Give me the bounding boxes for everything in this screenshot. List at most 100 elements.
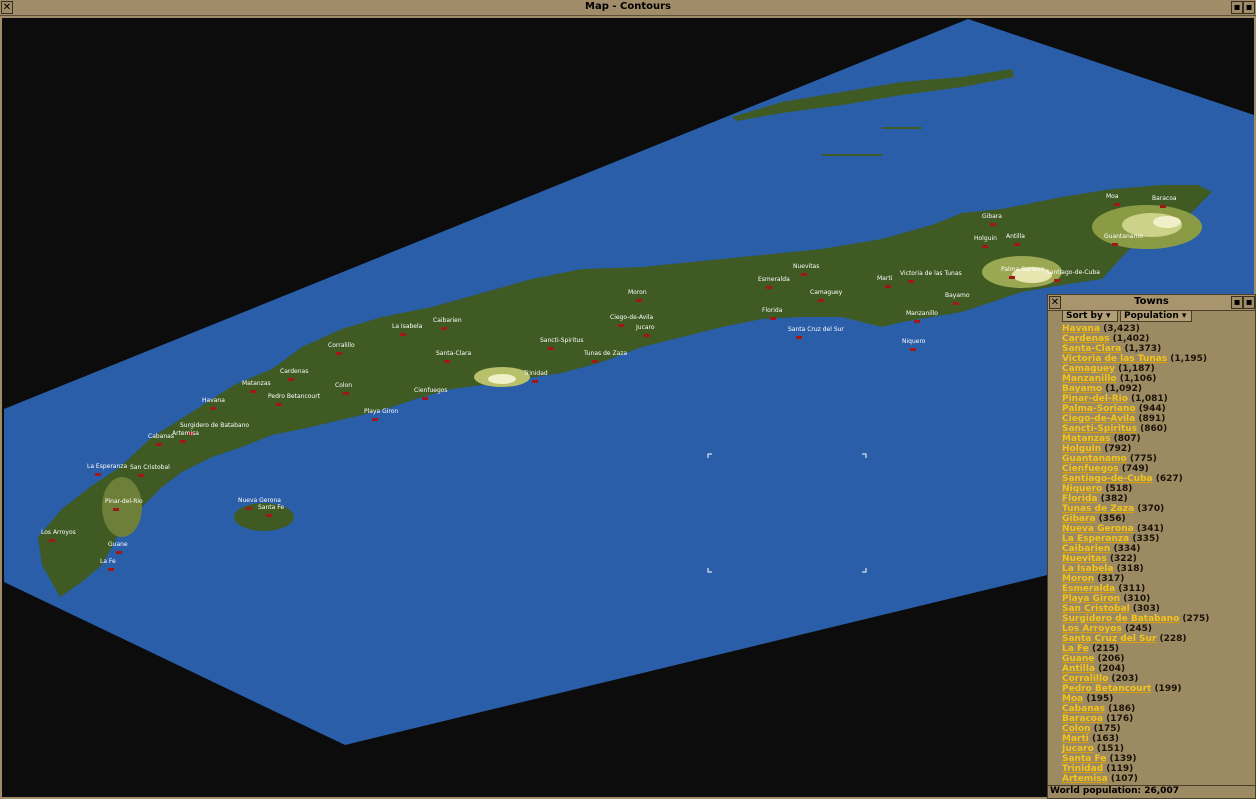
town-list-item[interactable]: Gibara (356) (1062, 514, 1254, 524)
town-name-link[interactable]: San Cristobal (1062, 604, 1130, 614)
town-list-item[interactable]: Holguin (792) (1062, 444, 1254, 454)
town-list-item[interactable]: Caibarien (334) (1062, 544, 1254, 554)
town-name-link[interactable]: Guantanamo (1062, 454, 1127, 464)
town-marker[interactable] (885, 285, 891, 288)
minimize-icon[interactable]: ▪ (1231, 1, 1243, 14)
town-list-item[interactable]: Esmeralda (311) (1062, 584, 1254, 594)
map-town-label[interactable]: Esmeralda (758, 276, 790, 283)
town-name-link[interactable]: Trinidad (1062, 764, 1103, 774)
town-marker[interactable] (138, 474, 144, 477)
town-name-link[interactable]: Niquero (1062, 484, 1102, 494)
town-list-item[interactable]: Cienfuegos (749) (1062, 464, 1254, 474)
town-marker[interactable] (796, 336, 802, 339)
town-marker[interactable] (770, 317, 776, 320)
town-marker[interactable] (982, 245, 988, 248)
town-list-item[interactable]: Los Arroyos (245) (1062, 624, 1254, 634)
town-marker[interactable] (1054, 279, 1060, 282)
town-name-link[interactable]: Sancti-Spiritus (1062, 424, 1137, 434)
town-marker[interactable] (266, 514, 272, 517)
town-list-item[interactable]: Santa Fe (139) (1062, 754, 1254, 764)
maximize-icon[interactable]: ▪ (1243, 1, 1255, 14)
map-town-label[interactable]: Cienfuegos (414, 387, 448, 394)
town-name-link[interactable]: Manzanillo (1062, 374, 1117, 384)
town-marker[interactable] (818, 299, 824, 302)
town-name-link[interactable]: Matanzas (1062, 434, 1110, 444)
map-town-label[interactable]: Jucaro (635, 324, 655, 331)
town-marker[interactable] (400, 333, 406, 336)
map-town-label[interactable]: Los Arroyos (41, 529, 76, 536)
town-name-link[interactable]: Pinar-del-Rio (1062, 394, 1128, 404)
town-marker[interactable] (49, 539, 55, 542)
town-list-item[interactable]: Antilla (204) (1062, 664, 1254, 674)
town-name-link[interactable]: Corralillo (1062, 674, 1108, 684)
map-town-label[interactable]: Pedro Betancourt (268, 393, 321, 400)
town-name-link[interactable]: Guane (1062, 654, 1094, 664)
map-town-label[interactable]: Florida (762, 307, 783, 314)
map-town-label[interactable]: Bayamo (945, 292, 970, 299)
town-list-item[interactable]: Pinar-del-Rio (1,081) (1062, 394, 1254, 404)
town-name-link[interactable]: Nueva Gerona (1062, 524, 1134, 534)
town-marker[interactable] (336, 352, 342, 355)
map-town-label[interactable]: Cardenas (280, 368, 308, 375)
map-town-label[interactable]: Cabanas (148, 433, 174, 440)
map-town-label[interactable]: Havana (202, 397, 225, 404)
town-marker[interactable] (444, 360, 450, 363)
sort-field-select[interactable]: Population ▾ (1120, 310, 1192, 322)
town-list-item[interactable]: Florida (382) (1062, 494, 1254, 504)
town-list-item[interactable]: Nuevitas (322) (1062, 554, 1254, 564)
town-marker[interactable] (1114, 203, 1120, 206)
town-name-link[interactable]: Colon (1062, 724, 1090, 734)
map-town-label[interactable]: Santiago-de-Cuba (1046, 269, 1100, 276)
town-name-link[interactable]: Artemisa (1062, 774, 1108, 784)
town-name-link[interactable]: Cabanas (1062, 704, 1105, 714)
town-list-item[interactable]: Nueva Gerona (341) (1062, 524, 1254, 534)
town-name-link[interactable]: Tunas de Zaza (1062, 504, 1134, 514)
towns-minimize-icon[interactable]: ▪ (1231, 296, 1243, 309)
town-marker[interactable] (953, 302, 959, 305)
town-marker[interactable] (250, 390, 256, 393)
town-name-link[interactable]: Gibara (1062, 514, 1096, 524)
map-town-label[interactable]: Gibara (982, 213, 1002, 220)
town-name-link[interactable]: Cienfuegos (1062, 464, 1119, 474)
town-name-link[interactable]: Caibarien (1062, 544, 1110, 554)
town-list-item[interactable]: Baracoa (176) (1062, 714, 1254, 724)
town-marker[interactable] (801, 273, 807, 276)
town-list-item[interactable]: Jucaro (151) (1062, 744, 1254, 754)
town-name-link[interactable]: Moa (1062, 694, 1083, 704)
town-list-item[interactable]: Cabanas (186) (1062, 704, 1254, 714)
towns-maximize-icon[interactable]: ▪ (1243, 296, 1255, 309)
town-marker[interactable] (1009, 276, 1015, 279)
town-marker[interactable] (108, 568, 114, 571)
town-name-link[interactable]: La Fe (1062, 644, 1089, 654)
town-list-item[interactable]: San Cristobal (303) (1062, 604, 1254, 614)
map-town-label[interactable]: Corralillo (328, 342, 355, 349)
map-town-label[interactable]: Camaguey (810, 289, 843, 296)
town-marker[interactable] (618, 324, 624, 327)
town-name-link[interactable]: Bayamo (1062, 384, 1102, 394)
town-marker[interactable] (288, 378, 294, 381)
map-town-label[interactable]: Holguin (974, 235, 997, 242)
map-town-label[interactable]: Baracoa (1152, 195, 1177, 202)
town-name-link[interactable]: Moron (1062, 574, 1094, 584)
town-list-item[interactable]: La Isabela (318) (1062, 564, 1254, 574)
town-list-item[interactable]: Moa (195) (1062, 694, 1254, 704)
map-town-label[interactable]: Santa Cruz del Sur (788, 326, 844, 333)
map-town-label[interactable]: Matanzas (242, 380, 271, 387)
town-marker[interactable] (532, 380, 538, 383)
town-marker[interactable] (276, 403, 282, 406)
town-name-link[interactable]: Holguin (1062, 444, 1101, 454)
town-name-link[interactable]: Santa-Clara (1062, 344, 1121, 354)
town-marker[interactable] (1014, 243, 1020, 246)
town-list-item[interactable]: Guantanamo (775) (1062, 454, 1254, 464)
town-list-item[interactable]: Colon (175) (1062, 724, 1254, 734)
town-marker[interactable] (113, 508, 119, 511)
map-town-label[interactable]: Victoria de las Tunas (900, 270, 962, 277)
town-marker[interactable] (548, 347, 554, 350)
map-town-label[interactable]: Surgidero de Batabano (180, 422, 249, 429)
town-name-link[interactable]: Marti (1062, 734, 1089, 744)
town-list-item[interactable]: Havana (3,423) (1062, 324, 1254, 334)
sort-by-button[interactable]: Sort by ▾ (1062, 310, 1118, 322)
town-list-item[interactable]: Camaguey (1,187) (1062, 364, 1254, 374)
town-marker[interactable] (990, 223, 996, 226)
town-list-item[interactable]: Guane (206) (1062, 654, 1254, 664)
